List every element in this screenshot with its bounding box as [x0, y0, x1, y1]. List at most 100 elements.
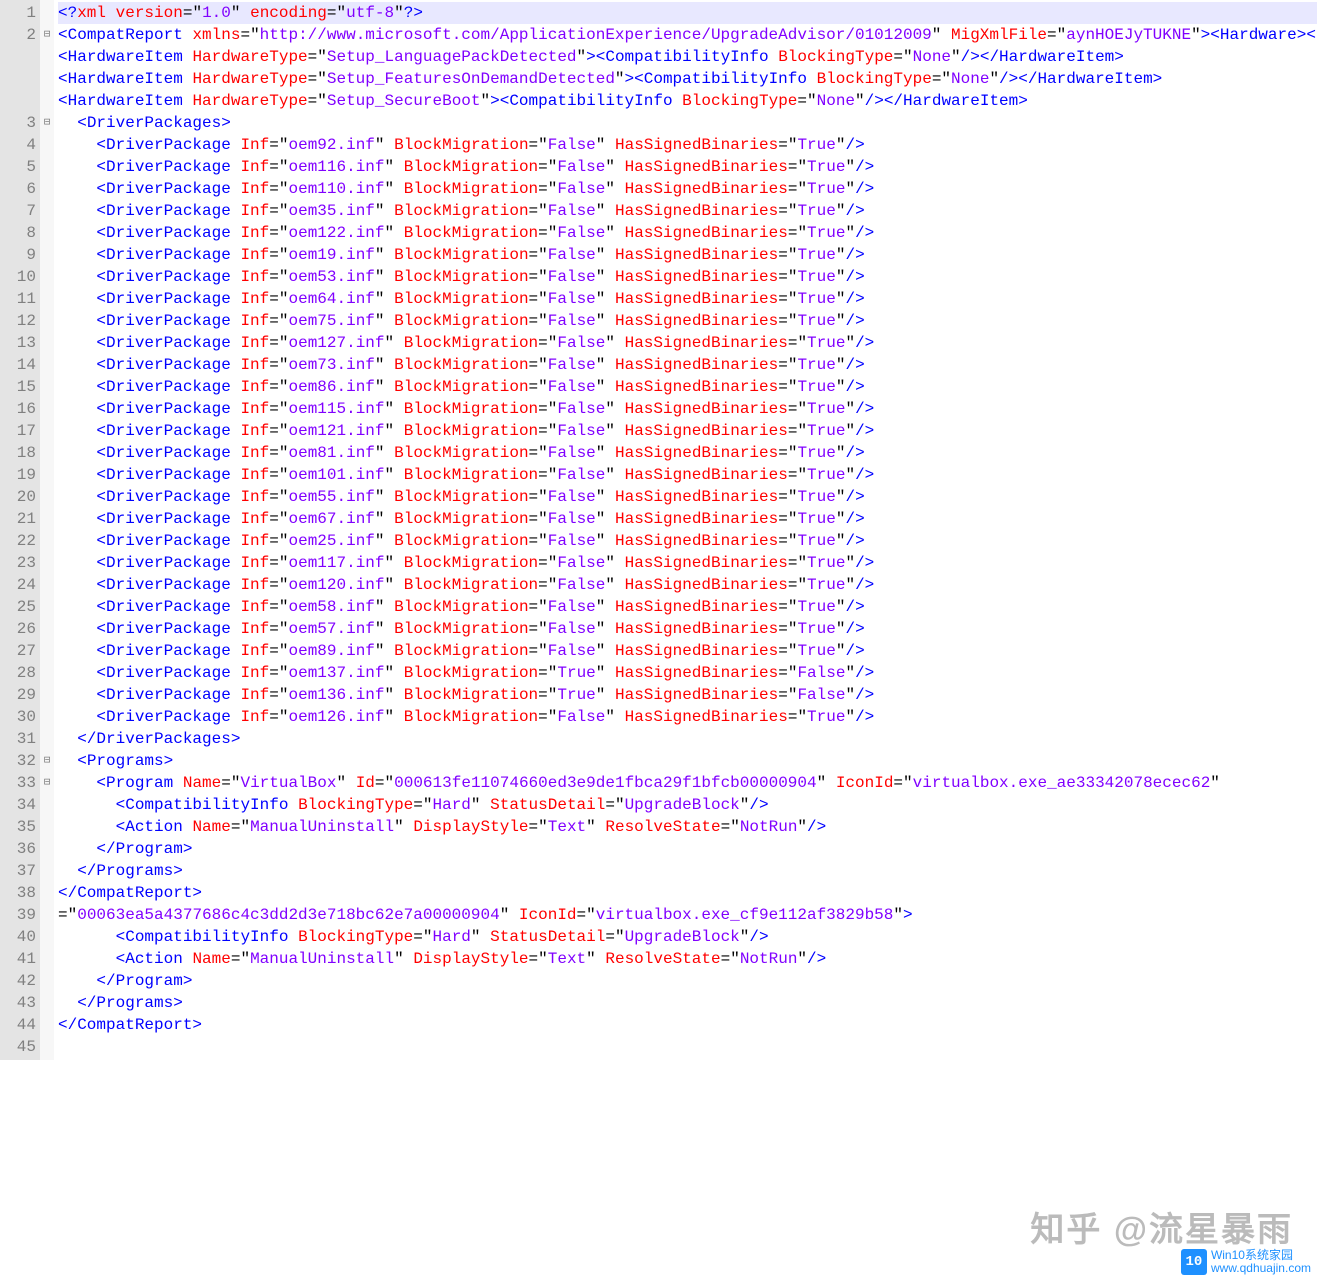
fold-toggle [40, 970, 54, 992]
line-number: 43 [0, 992, 36, 1014]
code-line[interactable]: <DriverPackage Inf="oem73.inf" BlockMigr… [58, 354, 1317, 376]
code-line[interactable]: <DriverPackage Inf="oem19.inf" BlockMigr… [58, 244, 1317, 266]
code-line[interactable]: </Programs> [58, 860, 1317, 882]
fold-toggle [40, 552, 54, 574]
line-number: 44 [0, 1014, 36, 1036]
code-line[interactable]: <DriverPackage Inf="oem137.inf" BlockMig… [58, 662, 1317, 684]
code-line[interactable]: <Program Name="VirtualBox" Id="000613fe1… [58, 772, 1317, 794]
code-line[interactable]: <DriverPackage Inf="oem126.inf" BlockMig… [58, 706, 1317, 728]
code-line[interactable]: <DriverPackage Inf="oem121.inf" BlockMig… [58, 420, 1317, 442]
line-number: 26 [0, 618, 36, 640]
badge-text: Win10系统家园 www.qdhuajin.com [1211, 1249, 1311, 1275]
code-line[interactable]: <DriverPackage Inf="oem64.inf" BlockMigr… [58, 288, 1317, 310]
line-number [0, 90, 36, 112]
line-number: 20 [0, 486, 36, 508]
code-line[interactable]: <DriverPackages> [58, 112, 1317, 134]
line-number: 36 [0, 838, 36, 860]
fold-toggle [40, 640, 54, 662]
fold-toggle [40, 596, 54, 618]
line-number: 35 [0, 816, 36, 838]
code-line[interactable]: </CompatReport> [58, 882, 1317, 904]
line-number [0, 68, 36, 90]
code-line[interactable]: <CompatibilityInfo BlockingType="Hard" S… [58, 794, 1317, 816]
line-number: 12 [0, 310, 36, 332]
code-line[interactable]: <Action Name="ManualUninstall" DisplaySt… [58, 816, 1317, 838]
code-line[interactable]: <DriverPackage Inf="oem110.inf" BlockMig… [58, 178, 1317, 200]
fold-toggle [40, 948, 54, 970]
line-number: 38 [0, 882, 36, 904]
code-line[interactable]: <DriverPackage Inf="oem136.inf" BlockMig… [58, 684, 1317, 706]
code-line[interactable]: <CompatReport xmlns="http://www.microsof… [58, 24, 1317, 46]
code-line[interactable]: </CompatReport> [58, 1014, 1317, 1036]
code-line[interactable]: <DriverPackage Inf="oem101.inf" BlockMig… [58, 464, 1317, 486]
code-line[interactable]: </DriverPackages> [58, 728, 1317, 750]
line-number: 28 [0, 662, 36, 684]
fold-toggle [40, 68, 54, 90]
fold-toggle [40, 574, 54, 596]
fold-toggle [40, 486, 54, 508]
code-line[interactable]: <DriverPackage Inf="oem53.inf" BlockMigr… [58, 266, 1317, 288]
line-number: 27 [0, 640, 36, 662]
fold-toggle[interactable]: ⊟ [40, 112, 54, 134]
fold-gutter[interactable]: ⊟⊟⊟⊟ [40, 0, 54, 1060]
line-number: 37 [0, 860, 36, 882]
code-line[interactable]: <DriverPackage Inf="oem86.inf" BlockMigr… [58, 376, 1317, 398]
fold-toggle [40, 442, 54, 464]
fold-toggle [40, 904, 54, 926]
code-line[interactable]: <DriverPackage Inf="oem117.inf" BlockMig… [58, 552, 1317, 574]
fold-toggle [40, 288, 54, 310]
line-number: 10 [0, 266, 36, 288]
code-line[interactable]: <DriverPackage Inf="oem58.inf" BlockMigr… [58, 596, 1317, 618]
fold-toggle[interactable]: ⊟ [40, 772, 54, 794]
line-number: 8 [0, 222, 36, 244]
code-line[interactable]: <DriverPackage Inf="oem116.inf" BlockMig… [58, 156, 1317, 178]
code-line[interactable]: <Programs> [58, 750, 1317, 772]
code-line[interactable]: <DriverPackage Inf="oem92.inf" BlockMigr… [58, 134, 1317, 156]
code-line[interactable]: ="00063ea5a4377686c4c3dd2d3e718bc62e7a00… [58, 904, 1317, 926]
code-line[interactable]: <CompatibilityInfo BlockingType="Hard" S… [58, 926, 1317, 948]
code-line[interactable]: <DriverPackage Inf="oem120.inf" BlockMig… [58, 574, 1317, 596]
line-number: 17 [0, 420, 36, 442]
fold-toggle [40, 794, 54, 816]
fold-toggle [40, 838, 54, 860]
line-number: 19 [0, 464, 36, 486]
code-line[interactable]: <DriverPackage Inf="oem115.inf" BlockMig… [58, 398, 1317, 420]
line-number: 4 [0, 134, 36, 156]
code-line[interactable]: <DriverPackage Inf="oem89.inf" BlockMigr… [58, 640, 1317, 662]
fold-toggle [40, 332, 54, 354]
code-line[interactable]: <DriverPackage Inf="oem25.inf" BlockMigr… [58, 530, 1317, 552]
code-line[interactable]: <DriverPackage Inf="oem57.inf" BlockMigr… [58, 618, 1317, 640]
line-number: 21 [0, 508, 36, 530]
code-line[interactable]: <HardwareItem HardwareType="Setup_Featur… [58, 68, 1317, 90]
code-line[interactable]: <DriverPackage Inf="oem127.inf" BlockMig… [58, 332, 1317, 354]
code-line[interactable]: </Program> [58, 838, 1317, 860]
line-number: 15 [0, 376, 36, 398]
code-line[interactable]: <DriverPackage Inf="oem75.inf" BlockMigr… [58, 310, 1317, 332]
code-line[interactable]: <DriverPackage Inf="oem35.inf" BlockMigr… [58, 200, 1317, 222]
code-line[interactable] [58, 1036, 1317, 1058]
code-line[interactable]: <Action Name="ManualUninstall" DisplaySt… [58, 948, 1317, 970]
line-number: 40 [0, 926, 36, 948]
code-line[interactable]: </Programs> [58, 992, 1317, 1014]
code-line[interactable]: <DriverPackage Inf="oem55.inf" BlockMigr… [58, 486, 1317, 508]
code-line[interactable]: </Program> [58, 970, 1317, 992]
code-line[interactable]: <HardwareItem HardwareType="Setup_Secure… [58, 90, 1317, 112]
code-line[interactable]: <DriverPackage Inf="oem81.inf" BlockMigr… [58, 442, 1317, 464]
code-area[interactable]: <?xml version="1.0" encoding="utf-8"?><C… [54, 0, 1317, 1060]
fold-toggle [40, 266, 54, 288]
code-line[interactable]: <DriverPackage Inf="oem67.inf" BlockMigr… [58, 508, 1317, 530]
fold-toggle[interactable]: ⊟ [40, 750, 54, 772]
line-number: 14 [0, 354, 36, 376]
fold-toggle [40, 310, 54, 332]
line-number: 41 [0, 948, 36, 970]
fold-toggle [40, 178, 54, 200]
line-number: 32 [0, 750, 36, 772]
code-line[interactable]: <DriverPackage Inf="oem122.inf" BlockMig… [58, 222, 1317, 244]
code-line[interactable]: <?xml version="1.0" encoding="utf-8"?> [58, 2, 1317, 24]
line-number: 33 [0, 772, 36, 794]
line-number: 18 [0, 442, 36, 464]
line-number: 39 [0, 904, 36, 926]
code-line[interactable]: <HardwareItem HardwareType="Setup_Langua… [58, 46, 1317, 68]
fold-toggle[interactable]: ⊟ [40, 24, 54, 46]
line-number: 31 [0, 728, 36, 750]
